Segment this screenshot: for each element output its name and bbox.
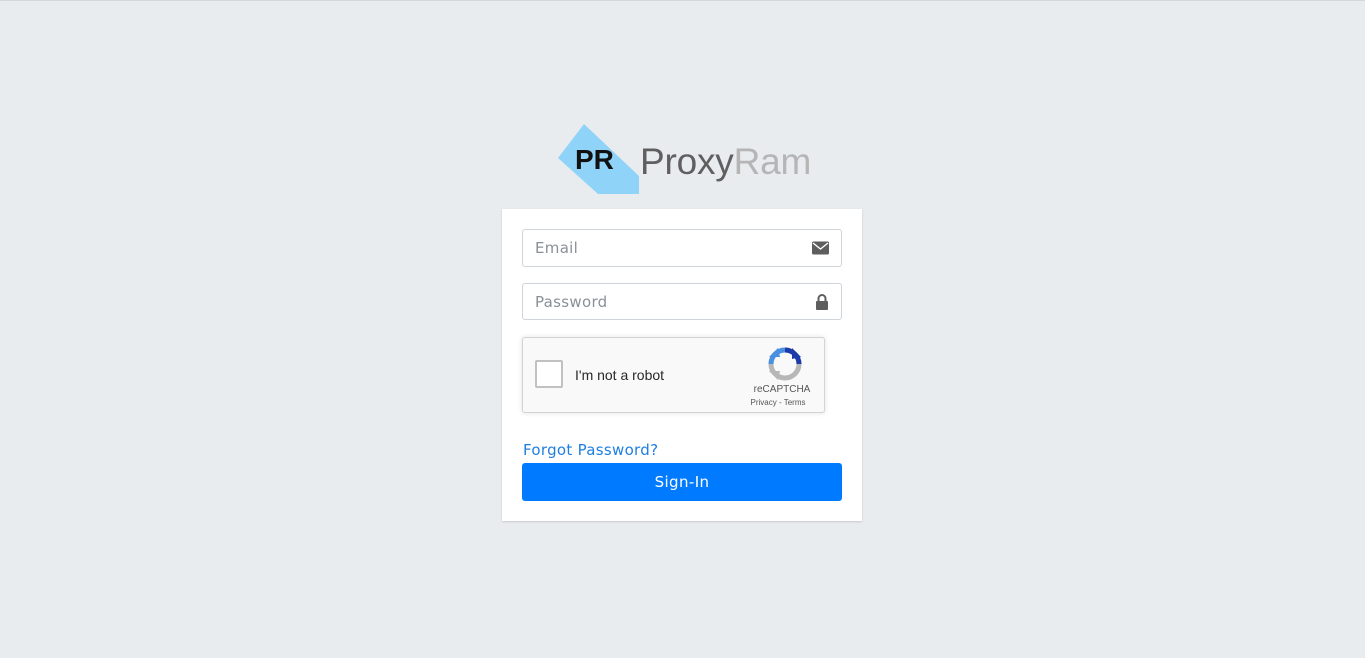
- email-input[interactable]: [523, 230, 793, 266]
- brand-name-part2: Ram: [733, 141, 812, 182]
- recaptcha-terms-link[interactable]: Terms: [784, 398, 806, 407]
- recaptcha-links-separator: -: [776, 398, 784, 407]
- envelope-icon: [812, 241, 829, 255]
- recaptcha-checkbox[interactable]: [535, 360, 563, 388]
- sign-in-button[interactable]: Sign-In: [522, 463, 842, 501]
- recaptcha-privacy-link[interactable]: Privacy: [751, 398, 777, 407]
- brand-name: ProxyRam: [640, 140, 811, 184]
- password-input[interactable]: [523, 284, 793, 319]
- brand-logo: PR ProxyRam: [556, 122, 816, 196]
- forgot-password-link[interactable]: Forgot Password?: [523, 441, 658, 459]
- recaptcha-brand: reCAPTCHA: [753, 384, 811, 395]
- brand-name-part1: Proxy: [640, 141, 734, 182]
- recaptcha-label: I'm not a robot: [575, 367, 665, 383]
- recaptcha-logo-icon: [768, 347, 802, 381]
- recaptcha-widget: I'm not a robot reCAPTCHA Privacy - Term…: [522, 337, 825, 413]
- logo-mark-text: PR: [575, 144, 614, 175]
- lock-icon: [816, 293, 828, 310]
- email-field-wrapper: [522, 229, 842, 267]
- recaptcha-links: Privacy - Terms: [743, 398, 813, 407]
- logo-mark-icon: PR: [558, 124, 639, 194]
- login-card: I'm not a robot reCAPTCHA Privacy - Term…: [502, 209, 862, 521]
- password-field-wrapper: [522, 283, 842, 320]
